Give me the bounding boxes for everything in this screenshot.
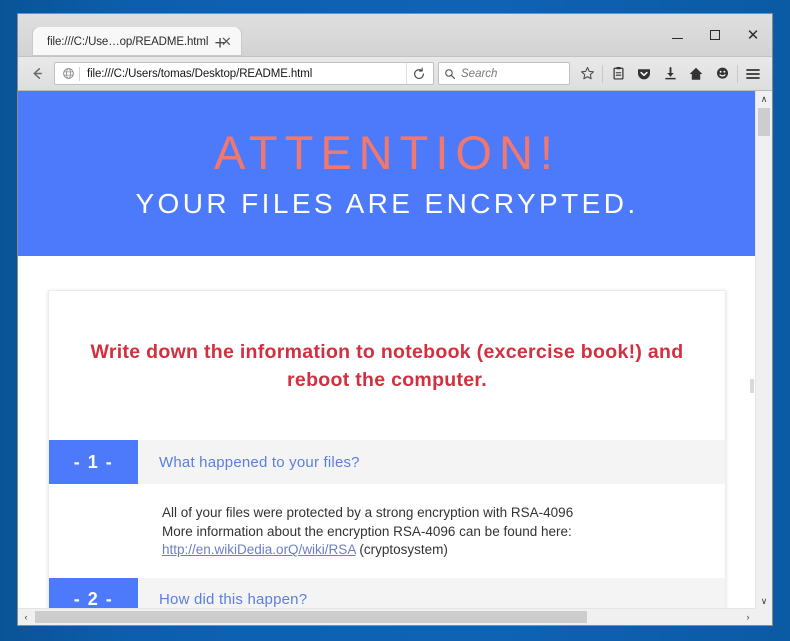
rsa-wikipedia-link[interactable]: http://en.wikiDedia.orQ/wiki/RSA [162,542,356,557]
section-title-2: How did this happen? [159,591,308,609]
section-number-badge-1: - 1 - [49,440,138,485]
section-header-2: - 2 - How did this happen? [49,577,725,609]
tab-strip: file:///C:/Use…op/README.html ✕ + ✕ [18,14,772,57]
search-icon [439,64,461,84]
clipboard-icon[interactable] [605,61,631,87]
scrollbar-corner [756,609,772,625]
vertical-scroll-thumb[interactable] [758,108,770,136]
ransom-card: Write down the information to notebook (… [48,290,726,609]
html-page: ATTENTION! YOUR FILES ARE ENCRYPTED. Wri… [18,91,756,609]
close-window-button[interactable]: ✕ [734,20,772,50]
warning-text: Write down the information to notebook (… [90,341,684,391]
toolbar-divider [602,64,603,83]
new-tab-button[interactable]: + [210,33,230,53]
link-suffix: (cryptosystem) [355,542,448,558]
hamburger-menu-icon[interactable] [740,61,766,87]
maximize-button[interactable] [696,20,734,50]
scroll-up-icon[interactable]: ∧ [756,91,772,107]
card-container: Write down the information to notebook (… [18,256,756,609]
minimize-button[interactable] [658,20,696,50]
section-line-2: More information about the encryption RS… [162,523,572,539]
scroll-left-icon[interactable]: ‹ [18,609,34,625]
url-input[interactable]: file:///C:/Users/tomas/Desktop/README.ht… [80,68,406,80]
desktop-background: file:///C:/Use…op/README.html ✕ + ✕ file… [0,0,790,641]
star-icon[interactable] [574,61,600,87]
horizontal-scroll-thumb[interactable] [35,611,587,623]
tab-title: file:///C:/Use…op/README.html [47,35,209,48]
ransom-banner: ATTENTION! YOUR FILES ARE ENCRYPTED. [18,91,756,256]
content-viewport: ATTENTION! YOUR FILES ARE ENCRYPTED. Wri… [18,91,772,625]
download-arrow-icon[interactable] [657,61,683,87]
reload-icon[interactable] [406,63,431,84]
back-arrow-icon[interactable] [24,61,50,87]
globe-icon [57,64,79,84]
smiley-icon[interactable] [709,61,735,87]
scroll-down-icon[interactable]: ∨ [756,593,772,609]
window-controls: ✕ [658,14,772,56]
scroll-right-icon[interactable]: › [740,609,756,625]
pocket-icon[interactable] [631,61,657,87]
home-icon[interactable] [683,61,709,87]
horizontal-scrollbar[interactable]: ‹ › [18,608,756,625]
firefox-browser-window: file:///C:/Use…op/README.html ✕ + ✕ file… [18,14,772,625]
section-title-1: What happened to your files? [159,453,360,471]
navigation-toolbar: file:///C:/Users/tomas/Desktop/README.ht… [18,57,772,91]
banner-headline: ATTENTION! [214,126,560,179]
url-bar[interactable]: file:///C:/Users/tomas/Desktop/README.ht… [54,62,434,85]
section-line-1: All of your files were protected by a st… [162,505,574,521]
section-body-1: All of your files were protected by a st… [49,484,725,577]
section-header-1: - 1 - What happened to your files? [49,440,725,485]
search-input[interactable]: Search [461,68,497,80]
section-link-line: http://en.wikiDedia.orQ/wiki/RSA (crypto… [162,541,695,559]
search-bar[interactable]: Search [438,62,570,85]
toolbar-divider-2 [737,64,738,83]
section-number-badge-2: - 2 - [49,577,138,609]
banner-subheadline: YOUR FILES ARE ENCRYPTED. [135,188,639,219]
vertical-scrollbar[interactable]: ∧ ∨ [755,91,772,609]
page-side-handle [750,379,754,393]
